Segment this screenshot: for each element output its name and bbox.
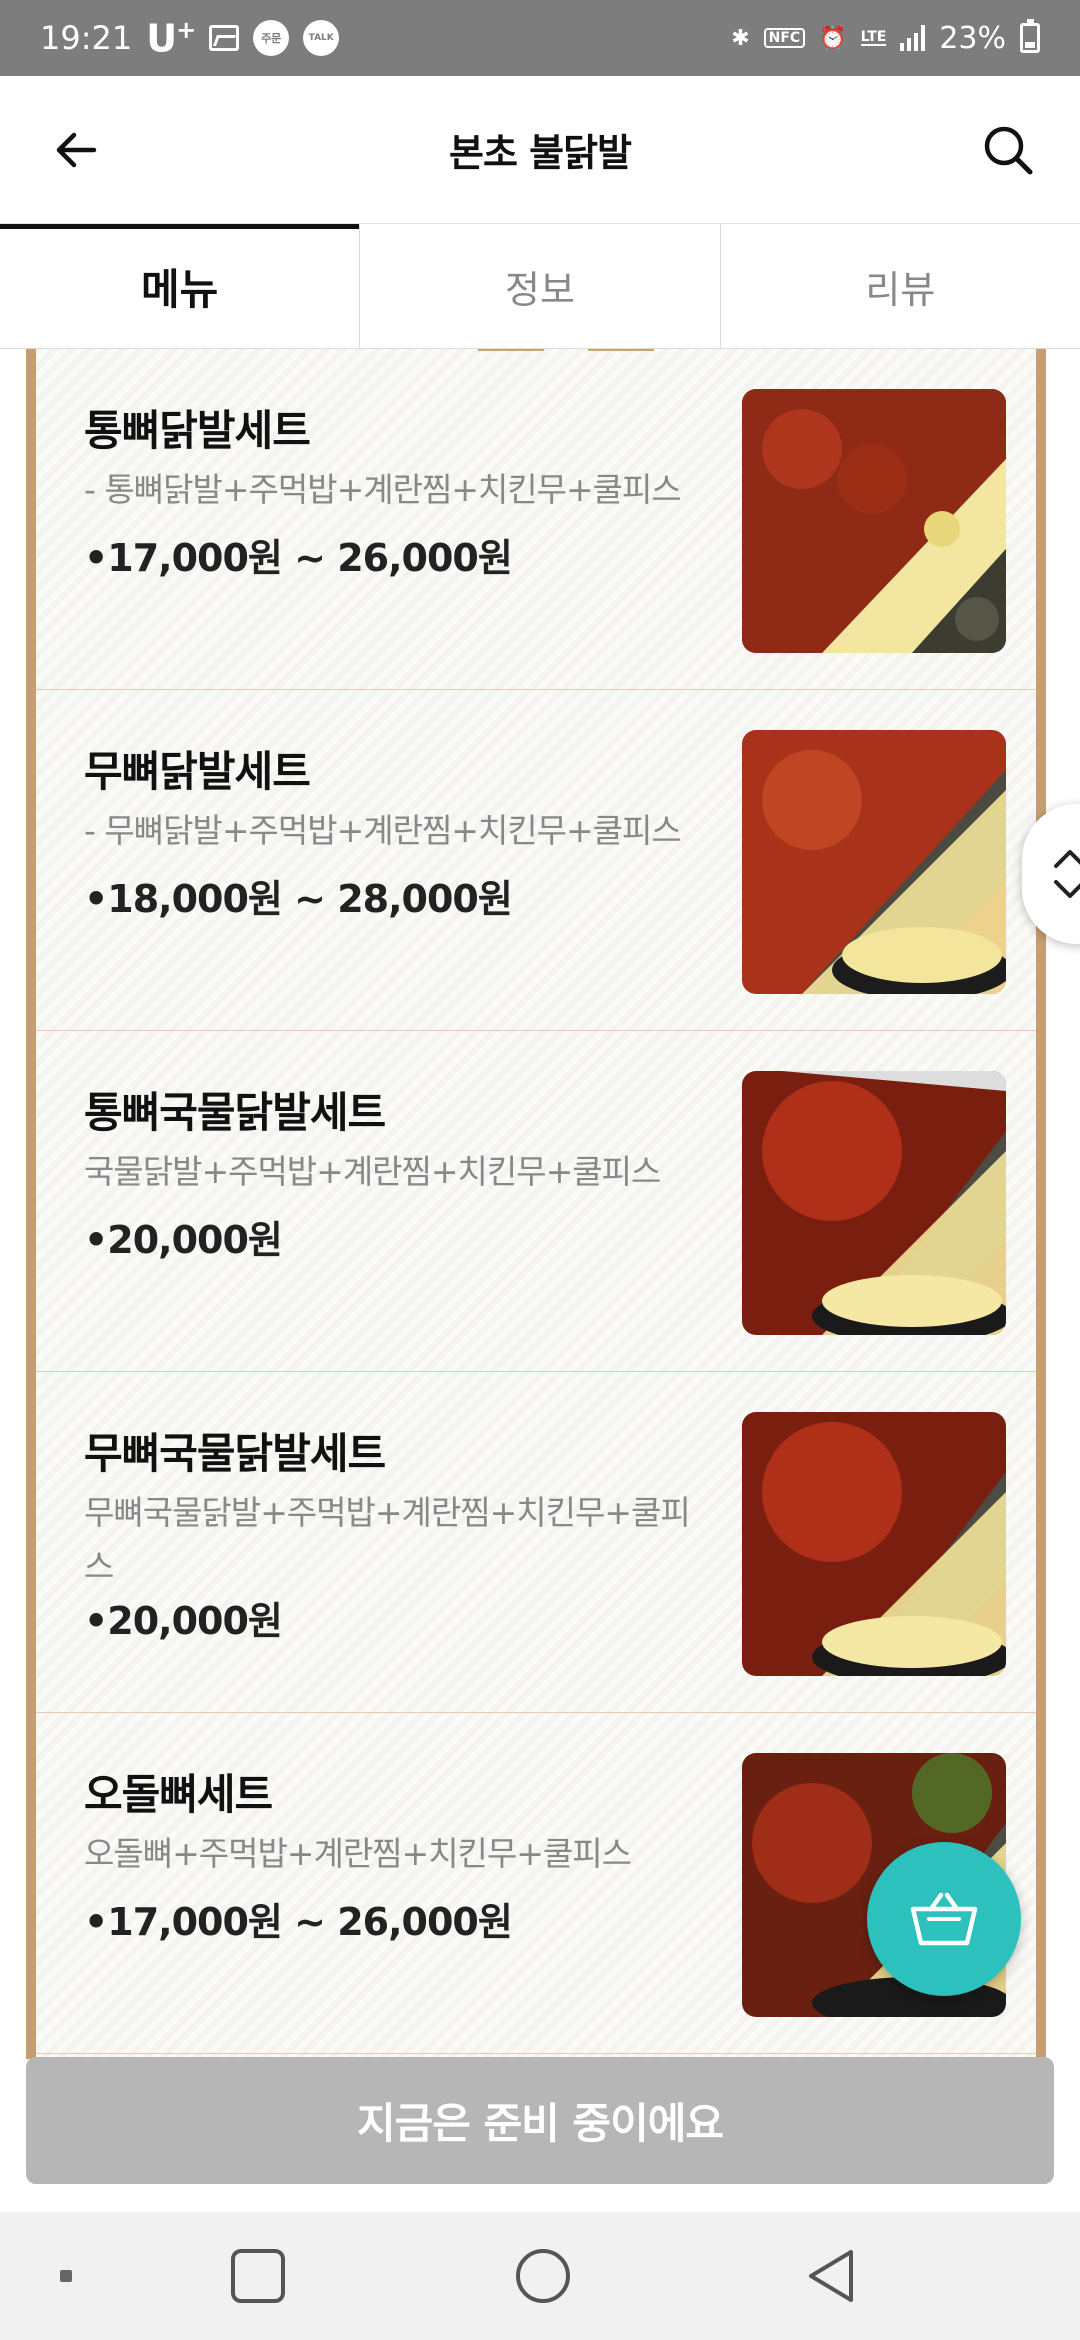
alarm-icon: ⏰ [819, 25, 847, 51]
menu-item-price: •18,000원 ~ 28,000원 [84, 868, 513, 923]
menu-item-image [742, 1412, 1006, 1676]
menu-item-price: •20,000원 [84, 1209, 283, 1264]
app-header: 본초 불닭발 [0, 76, 1080, 224]
back-triangle-icon [809, 2250, 853, 2302]
menu-item-name: 오돌뼈세트 [84, 1770, 273, 1819]
order-notification-icon: 주문 [253, 20, 290, 56]
menu-item[interactable]: 통뼈닭발세트 - 통뼈닭발+주먹밥+계란찜+치킨무+쿨피스 •17,000원 ~… [36, 349, 1036, 690]
menu-item-price: •17,000원 ~ 26,000원 [84, 527, 513, 582]
tab-menu[interactable]: 메뉴 [0, 224, 360, 348]
lte-icon: LTE [860, 29, 887, 46]
menu-item-price-value: 18,000원 ~ 28,000원 [107, 877, 512, 921]
home-icon [516, 2249, 570, 2303]
menu-list-scroll[interactable]: 통뼈닭발세트 - 통뼈닭발+주먹밥+계란찜+치킨무+쿨피스 •17,000원 ~… [0, 349, 1080, 2059]
tab-review[interactable]: 리뷰 [719, 224, 1080, 348]
basket-icon [910, 1892, 978, 1946]
menu-item-name: 무뼈닭발세트 [84, 747, 311, 796]
status-left: 19:21 U+ 주문 TALK [40, 15, 340, 61]
nav-menu-dot[interactable] [26, 2236, 106, 2316]
back-button[interactable] [46, 120, 106, 180]
menu-item[interactable]: 통뼈국물닭발세트 국물닭발+주먹밥+계란찜+치킨무+쿨피스 •20,000원 [36, 1031, 1036, 1372]
menu-item-price: •20,000원 [84, 1590, 283, 1645]
order-status-button: 지금은 준비 중이에요 [26, 2057, 1054, 2184]
carrier-label: U+ [146, 15, 196, 61]
nfc-icon: NFC [763, 28, 806, 48]
menu-item-desc: 오돌뼈+주먹밥+계란찜+치킨무+쿨피스 [84, 1834, 632, 1873]
menu-item[interactable]: 무뼈닭발세트 - 무뼈닭발+주먹밥+계란찜+치킨무+쿨피스 •18,000원 ~… [36, 690, 1036, 1031]
signal-icon [900, 25, 926, 51]
talk-notification-icon: TALK [303, 20, 340, 56]
price-bullet: • [84, 877, 108, 921]
menu-item-name: 무뼈국물닭발세트 [84, 1429, 386, 1478]
status-bar: 19:21 U+ 주문 TALK ✱ NFC ⏰ LTE 23% [0, 0, 1080, 76]
status-time: 19:21 [40, 19, 133, 57]
menu-item-price-value: 20,000원 [107, 1599, 283, 1643]
menu-item-desc: 무뼈국물닭발+주먹밥+계란찜+치킨무+쿨피스 [84, 1493, 691, 1586]
status-right: ✱ NFC ⏰ LTE 23% [731, 19, 1040, 56]
price-bullet: • [84, 536, 108, 580]
menu-item-image [742, 389, 1006, 653]
price-bullet: • [84, 1599, 108, 1643]
cart-button[interactable] [867, 1842, 1021, 1996]
menu-item-price-value: 17,000원 ~ 26,000원 [107, 536, 512, 580]
menu-board: 통뼈닭발세트 - 통뼈닭발+주먹밥+계란찜+치킨무+쿨피스 •17,000원 ~… [26, 349, 1046, 2059]
search-icon [984, 126, 1033, 175]
arrow-left-icon [56, 132, 97, 168]
menu-item-image [742, 1071, 1006, 1335]
nav-back-button[interactable] [791, 2236, 871, 2316]
nav-recents-button[interactable] [218, 2236, 298, 2316]
system-nav-bar [0, 2212, 1080, 2340]
menu-item-desc: - 통뼈닭발+주먹밥+계란찜+치킨무+쿨피스 [84, 470, 682, 509]
menu-item-desc: - 무뼈닭발+주먹밥+계란찜+치킨무+쿨피스 [84, 811, 682, 850]
menu-item[interactable]: 무뼈국물닭발세트 무뼈국물닭발+주먹밥+계란찜+치킨무+쿨피스 •20,000원 [36, 1372, 1036, 1713]
chevron-up-down-icon [1054, 850, 1080, 898]
recents-icon [231, 2249, 285, 2303]
menu-item-image [742, 730, 1006, 994]
battery-icon [1020, 19, 1040, 53]
battery-percent: 23% [939, 20, 1006, 56]
tab-bar: 메뉴 정보 리뷰 [0, 224, 1080, 349]
price-bullet: • [84, 1900, 108, 1944]
tab-info[interactable]: 정보 [359, 224, 719, 348]
dot-icon [60, 2270, 72, 2282]
menu-item-desc: 국물닭발+주먹밥+계란찜+치킨무+쿨피스 [84, 1152, 661, 1191]
carrier-text: U [146, 16, 177, 61]
carrier-plus: + [176, 15, 196, 44]
menu-item-price-value: 17,000원 ~ 26,000원 [107, 1900, 512, 1944]
menu-item-price-value: 20,000원 [107, 1218, 283, 1262]
bluetooth-icon: ✱ [731, 25, 750, 51]
page-title: 본초 불닭발 [448, 131, 632, 175]
menu-item-name: 통뼈닭발세트 [84, 406, 311, 455]
price-bullet: • [84, 1218, 108, 1262]
nav-home-button[interactable] [503, 2236, 583, 2316]
menu-item-price: •17,000원 ~ 26,000원 [84, 1891, 513, 1946]
menu-item-name: 통뼈국물닭발세트 [84, 1088, 386, 1137]
gallery-notification-icon [209, 25, 240, 51]
search-button[interactable] [976, 118, 1040, 182]
